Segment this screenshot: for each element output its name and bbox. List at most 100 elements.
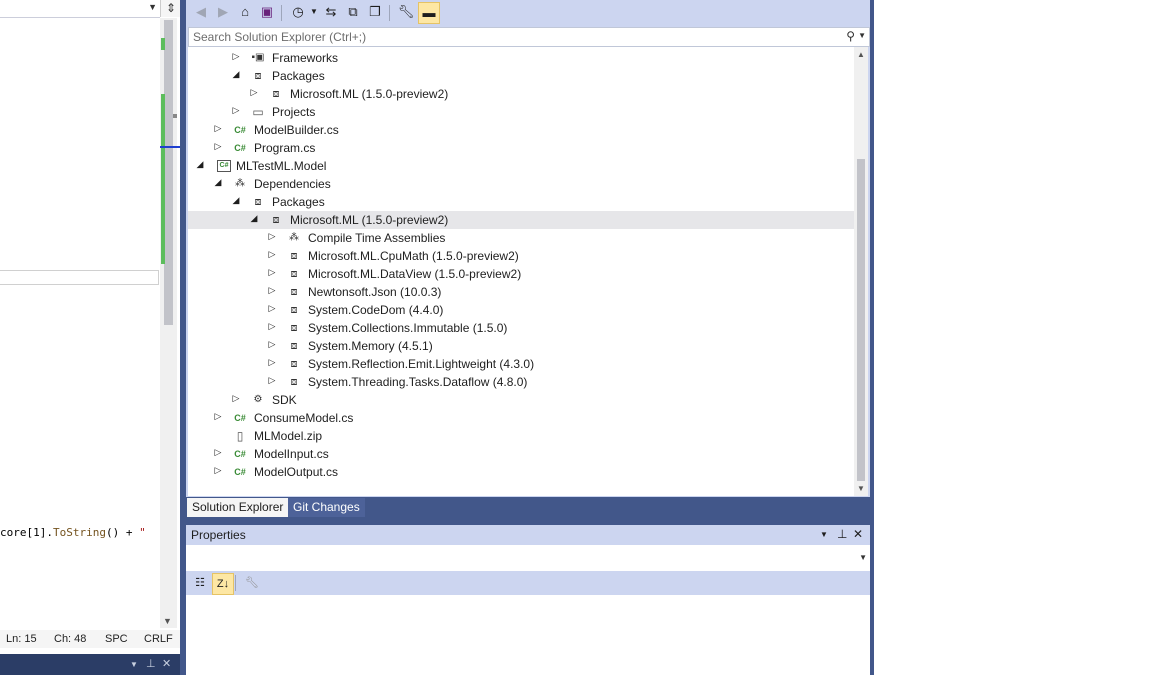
close-icon[interactable]: ✕ xyxy=(853,527,863,541)
expand-icon[interactable]: ▷ xyxy=(267,321,277,332)
forward-icon[interactable]: ▶ xyxy=(213,2,233,22)
member-navigation-dropdown[interactable]: ▼ xyxy=(0,0,160,18)
tree-item[interactable]: ◢ C# MLTestML.Model xyxy=(188,157,854,175)
line-number[interactable]: Ln: 15 xyxy=(6,633,37,645)
tree-item[interactable]: ▷ C# ModelBuilder.cs xyxy=(188,121,854,139)
csharp-file-icon: C# xyxy=(234,413,246,423)
csharp-project-icon: C# xyxy=(217,160,231,172)
categorized-icon[interactable]: ☷ xyxy=(190,573,210,593)
tree-item[interactable]: ▷ ⧈ Microsoft.ML.DataView (1.5.0-preview… xyxy=(188,265,854,283)
sync-icon[interactable]: ⇆ xyxy=(321,2,341,22)
tree-item[interactable]: ▷ C# Program.cs xyxy=(188,139,854,157)
scroll-down-icon[interactable]: ▼ xyxy=(857,484,865,493)
dropdown-icon[interactable]: ▼ xyxy=(130,660,138,669)
file-icon: ▯ xyxy=(236,429,244,443)
tree-item[interactable]: ▷ ⧈ System.Memory (4.5.1) xyxy=(188,337,854,355)
tree-vertical-scrollbar[interactable]: ▲ ▼ xyxy=(854,47,868,496)
collapse-icon[interactable]: ◢ xyxy=(249,213,259,224)
tree-item[interactable]: ▷ ▭ Projects xyxy=(188,103,854,121)
property-pages-wrench-icon[interactable]: 🔧︎ xyxy=(242,573,262,593)
collapse-icon[interactable]: ◢ xyxy=(195,159,205,170)
collapse-icon[interactable]: ◢ xyxy=(231,69,241,80)
tree-item[interactable]: ▷ C# ModelInput.cs xyxy=(188,445,854,463)
whitespace-mode[interactable]: SPC xyxy=(105,633,128,645)
back-icon[interactable]: ◀ xyxy=(191,2,211,22)
scrollbar-thumb[interactable] xyxy=(857,159,865,481)
scrollbar-thumb[interactable] xyxy=(164,20,173,325)
tree-item-label: Projects xyxy=(272,105,316,119)
tree-item[interactable]: ▷ C# ModelOutput.cs xyxy=(188,463,854,481)
collapse-icon[interactable]: ◢ xyxy=(213,177,223,188)
split-window-icon[interactable]: ⇕ xyxy=(160,0,181,17)
tree-item[interactable]: ▷ ▪▣ Frameworks xyxy=(188,49,854,67)
package-icon: ⧈ xyxy=(254,70,262,82)
switch-views-icon[interactable]: ▣ xyxy=(257,2,277,22)
search-input[interactable]: Search Solution Explorer (Ctrl+;) ⚲ ▼ xyxy=(188,27,870,47)
object-selector-dropdown[interactable]: ▼ xyxy=(186,546,870,568)
window-menu-icon[interactable]: ▼ xyxy=(820,530,828,539)
expand-icon[interactable]: ▷ xyxy=(267,375,277,386)
expand-icon[interactable]: ▷ xyxy=(231,393,241,404)
code-editor[interactable]: ▼ ⇕ ▼ core[1].ToString() + " Ln: 15 Ch: … xyxy=(0,0,181,675)
chevron-down-icon[interactable]: ▼ xyxy=(148,2,157,12)
tree-item[interactable]: ▷ ⧈ System.Collections.Immutable (1.5.0) xyxy=(188,319,854,337)
chevron-down-icon[interactable]: ▼ xyxy=(858,31,866,40)
chevron-down-icon[interactable]: ▼ xyxy=(859,553,867,562)
tree-item[interactable]: ▷ ⧈ System.CodeDom (4.4.0) xyxy=(188,301,854,319)
scroll-down-icon[interactable]: ▼ xyxy=(163,616,172,626)
expand-icon[interactable]: ▷ xyxy=(267,303,277,314)
tree-item[interactable]: ▷ C# ConsumeModel.cs xyxy=(188,409,854,427)
package-icon: ⧈ xyxy=(254,196,262,208)
expand-icon[interactable]: ▷ xyxy=(267,267,277,278)
preview-selected-items-icon[interactable]: ▬ xyxy=(418,2,440,24)
collapse-icon[interactable]: ◢ xyxy=(231,195,241,206)
expand-icon[interactable]: ▷ xyxy=(213,141,223,152)
tree-item[interactable]: ▷ ⧈ Microsoft.ML (1.5.0-preview2) xyxy=(188,85,854,103)
expand-icon[interactable]: ▷ xyxy=(231,51,241,62)
pin-icon[interactable]: ⊥ xyxy=(837,527,847,541)
tree-item[interactable]: ◢ ⧈ Packages xyxy=(188,193,854,211)
properties-title: Properties xyxy=(191,528,246,542)
expand-icon[interactable]: ▷ xyxy=(213,123,223,134)
tree-item[interactable]: ▷ ⁂ Compile Time Assemblies xyxy=(188,229,854,247)
expand-icon[interactable]: ▷ xyxy=(213,447,223,458)
tree-item[interactable]: ◢ ⁂ Dependencies xyxy=(188,175,854,193)
tree-item[interactable]: ▷ ⚙ SDK xyxy=(188,391,854,409)
expand-icon[interactable]: ▷ xyxy=(267,357,277,368)
tree-item[interactable]: ▷ ⧈ Microsoft.ML.CpuMath (1.5.0-preview2… xyxy=(188,247,854,265)
home-icon[interactable]: ⌂ xyxy=(235,2,255,22)
tree-item[interactable]: ▷ ⧈ System.Threading.Tasks.Dataflow (4.8… xyxy=(188,373,854,391)
scroll-up-icon[interactable]: ▲ xyxy=(857,50,865,59)
tab-git-changes[interactable]: Git Changes xyxy=(288,498,365,517)
tab-solution-explorer[interactable]: Solution Explorer xyxy=(187,498,289,517)
expand-icon[interactable]: ▷ xyxy=(213,465,223,476)
line-ending[interactable]: CRLF xyxy=(144,633,173,645)
tree-item[interactable]: ▷ ⧈ System.Reflection.Emit.Lightweight (… xyxy=(188,355,854,373)
code-line[interactable]: core[1].ToString() + " xyxy=(0,526,146,539)
properties-toolbar: ☷ Z↓ 🔧︎ xyxy=(186,571,870,595)
close-icon[interactable]: ✕ xyxy=(162,657,171,670)
sdk-icon: ⚙ xyxy=(253,394,263,405)
expand-icon[interactable]: ▷ xyxy=(231,105,241,116)
tree-item-selected[interactable]: ◢ ⧈ Microsoft.ML (1.5.0-preview2) xyxy=(188,211,854,229)
code-method: ToString xyxy=(52,526,106,539)
expand-icon[interactable]: ▷ xyxy=(267,249,277,260)
expand-icon[interactable]: ▷ xyxy=(267,339,277,350)
tree-item[interactable]: ▷ ⧈ Newtonsoft.Json (10.0.3) xyxy=(188,283,854,301)
pin-icon[interactable]: ⊥ xyxy=(146,657,156,670)
tree-item-label: System.Reflection.Emit.Lightweight (4.3.… xyxy=(308,357,535,371)
tree-item[interactable]: ◢ ⧈ Packages xyxy=(188,67,854,85)
expand-icon[interactable]: ▷ xyxy=(267,231,277,242)
tree-item-label: Newtonsoft.Json (10.0.3) xyxy=(308,285,442,299)
collapse-all-icon[interactable]: ⧉ xyxy=(343,2,363,22)
column-number[interactable]: Ch: 48 xyxy=(54,633,86,645)
solution-tree[interactable]: ▷ ▪▣ Frameworks ◢ ⧈ Packages ▷ ⧈ Microso… xyxy=(188,47,854,496)
search-icon[interactable]: ⚲ xyxy=(846,29,855,43)
properties-wrench-icon[interactable]: 🔧︎ xyxy=(396,2,416,22)
expand-icon[interactable]: ▷ xyxy=(213,411,223,422)
tree-item[interactable]: ▯ MLModel.zip xyxy=(188,427,854,445)
expand-icon[interactable]: ▷ xyxy=(267,285,277,296)
show-all-files-icon[interactable]: ❐ xyxy=(365,2,385,22)
expand-icon[interactable]: ▷ xyxy=(249,87,259,98)
alphabetical-icon[interactable]: Z↓ xyxy=(212,573,234,595)
